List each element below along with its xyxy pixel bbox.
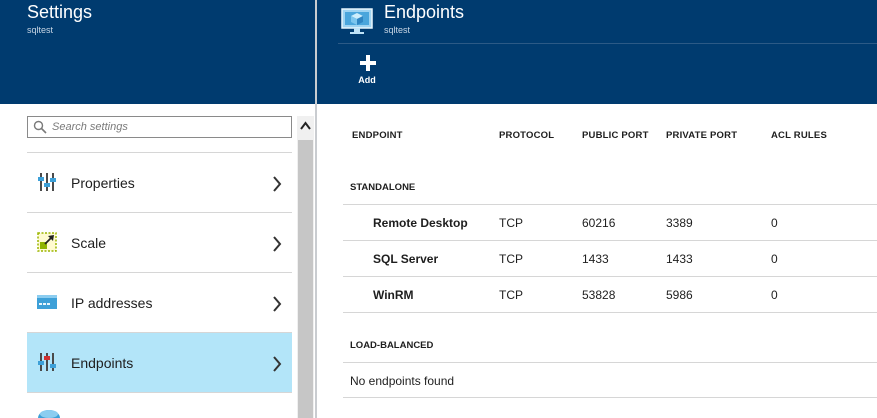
endpoints-title: Endpoints bbox=[384, 2, 465, 22]
chevron-right-icon bbox=[273, 176, 282, 192]
chevron-right-icon bbox=[273, 356, 282, 372]
nav-item-scale[interactable]: Scale bbox=[27, 212, 292, 272]
cell-public-port: 1433 bbox=[582, 252, 609, 266]
cell-public-port: 53828 bbox=[582, 288, 616, 302]
column-header-acl-rules: ACL RULES bbox=[771, 130, 827, 141]
cell-endpoint: SQL Server bbox=[373, 252, 439, 266]
table-row[interactable]: SQL Server TCP 1433 1433 0 bbox=[343, 241, 877, 277]
table-row[interactable]: Remote Desktop TCP 60216 3389 0 bbox=[343, 205, 877, 241]
cell-endpoint: Remote Desktop bbox=[373, 216, 468, 230]
settings-list: Properties Scale IP addresses Endpoints bbox=[27, 152, 292, 418]
header-rule bbox=[338, 43, 877, 44]
cell-public-port: 60216 bbox=[582, 216, 616, 230]
cell-endpoint: WinRM bbox=[373, 288, 414, 302]
nav-item-endpoints[interactable]: Endpoints bbox=[27, 332, 292, 392]
cell-protocol: TCP bbox=[499, 216, 523, 230]
empty-state-text: No endpoints found bbox=[350, 374, 455, 388]
search-input[interactable] bbox=[52, 118, 288, 136]
search-icon bbox=[33, 120, 47, 134]
endpoints-blade-icon bbox=[341, 8, 373, 34]
cell-private-port: 1433 bbox=[666, 252, 693, 266]
scroll-up-arrow-icon[interactable] bbox=[297, 116, 314, 136]
table-row[interactable]: WinRM TCP 53828 5986 0 bbox=[343, 277, 877, 313]
nav-label-ip-addresses: IP addresses bbox=[71, 295, 153, 311]
ip-addresses-icon bbox=[37, 295, 57, 309]
group-label-load-balanced: LOAD-BALANCED bbox=[350, 340, 434, 351]
nav-item-properties[interactable]: Properties bbox=[27, 152, 292, 212]
chevron-right-icon bbox=[273, 296, 282, 312]
chevron-right-icon bbox=[273, 236, 282, 252]
add-button[interactable]: Add bbox=[353, 53, 381, 89]
next-item-icon bbox=[38, 410, 60, 418]
cell-protocol: TCP bbox=[499, 288, 523, 302]
column-header-public-port: PUBLIC PORT bbox=[582, 130, 649, 141]
column-header-private-port: PRIVATE PORT bbox=[666, 130, 738, 141]
scroll-thumb[interactable] bbox=[298, 140, 313, 418]
cell-acl-rules: 0 bbox=[771, 252, 778, 266]
cell-acl-rules: 0 bbox=[771, 288, 778, 302]
endpoints-blade-header: Endpoints sqltest Add bbox=[317, 0, 877, 104]
row-divider bbox=[343, 397, 877, 398]
column-header-endpoint: ENDPOINT bbox=[352, 130, 403, 141]
nav-label-properties: Properties bbox=[71, 175, 135, 191]
add-label: Add bbox=[358, 75, 376, 85]
nav-label-endpoints: Endpoints bbox=[71, 355, 134, 371]
row-divider bbox=[343, 312, 877, 313]
properties-icon bbox=[38, 173, 56, 191]
cell-private-port: 5986 bbox=[666, 288, 693, 302]
nav-item-ip-addresses[interactable]: IP addresses bbox=[27, 272, 292, 332]
settings-blade-header: Settings sqltest bbox=[0, 0, 315, 104]
settings-scrollbar[interactable] bbox=[297, 116, 314, 418]
scale-icon bbox=[37, 232, 57, 252]
column-header-protocol: PROTOCOL bbox=[499, 130, 555, 141]
endpoints-icon bbox=[38, 353, 56, 371]
row-divider bbox=[343, 362, 877, 363]
cell-protocol: TCP bbox=[499, 252, 523, 266]
plus-icon bbox=[360, 55, 376, 71]
cell-acl-rules: 0 bbox=[771, 216, 778, 230]
nav-item-partial[interactable] bbox=[27, 392, 292, 418]
search-box[interactable] bbox=[27, 116, 292, 138]
cell-private-port: 3389 bbox=[666, 216, 693, 230]
endpoints-subtitle: sqltest bbox=[384, 25, 411, 35]
group-label-standalone: STANDALONE bbox=[350, 182, 416, 193]
settings-subtitle: sqltest bbox=[27, 25, 54, 35]
nav-label-scale: Scale bbox=[71, 235, 107, 251]
settings-title: Settings bbox=[27, 2, 93, 22]
